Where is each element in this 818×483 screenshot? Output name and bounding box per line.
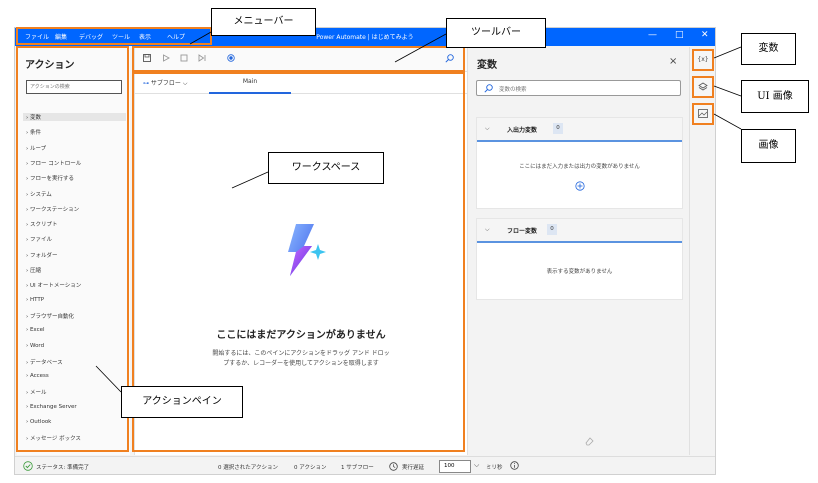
actions-pane-connector	[95, 365, 122, 393]
callout-workspace: ワークスペース	[268, 152, 384, 184]
callout-ui-images: UI 画像	[741, 80, 809, 113]
images-connector	[713, 113, 742, 130]
callout-toolbar: ツールバー	[446, 18, 546, 48]
callout-menubar: メニューバー	[211, 8, 316, 36]
toolbar-connector	[394, 33, 447, 63]
ui-images-connector	[713, 85, 742, 97]
variables-connector	[713, 46, 742, 59]
callout-variables: 変数	[741, 33, 796, 65]
workspace-connector	[231, 171, 269, 189]
callout-images: 画像	[741, 129, 796, 163]
callout-actions-pane: アクションペイン	[121, 386, 243, 418]
menubar-connector	[189, 31, 212, 45]
